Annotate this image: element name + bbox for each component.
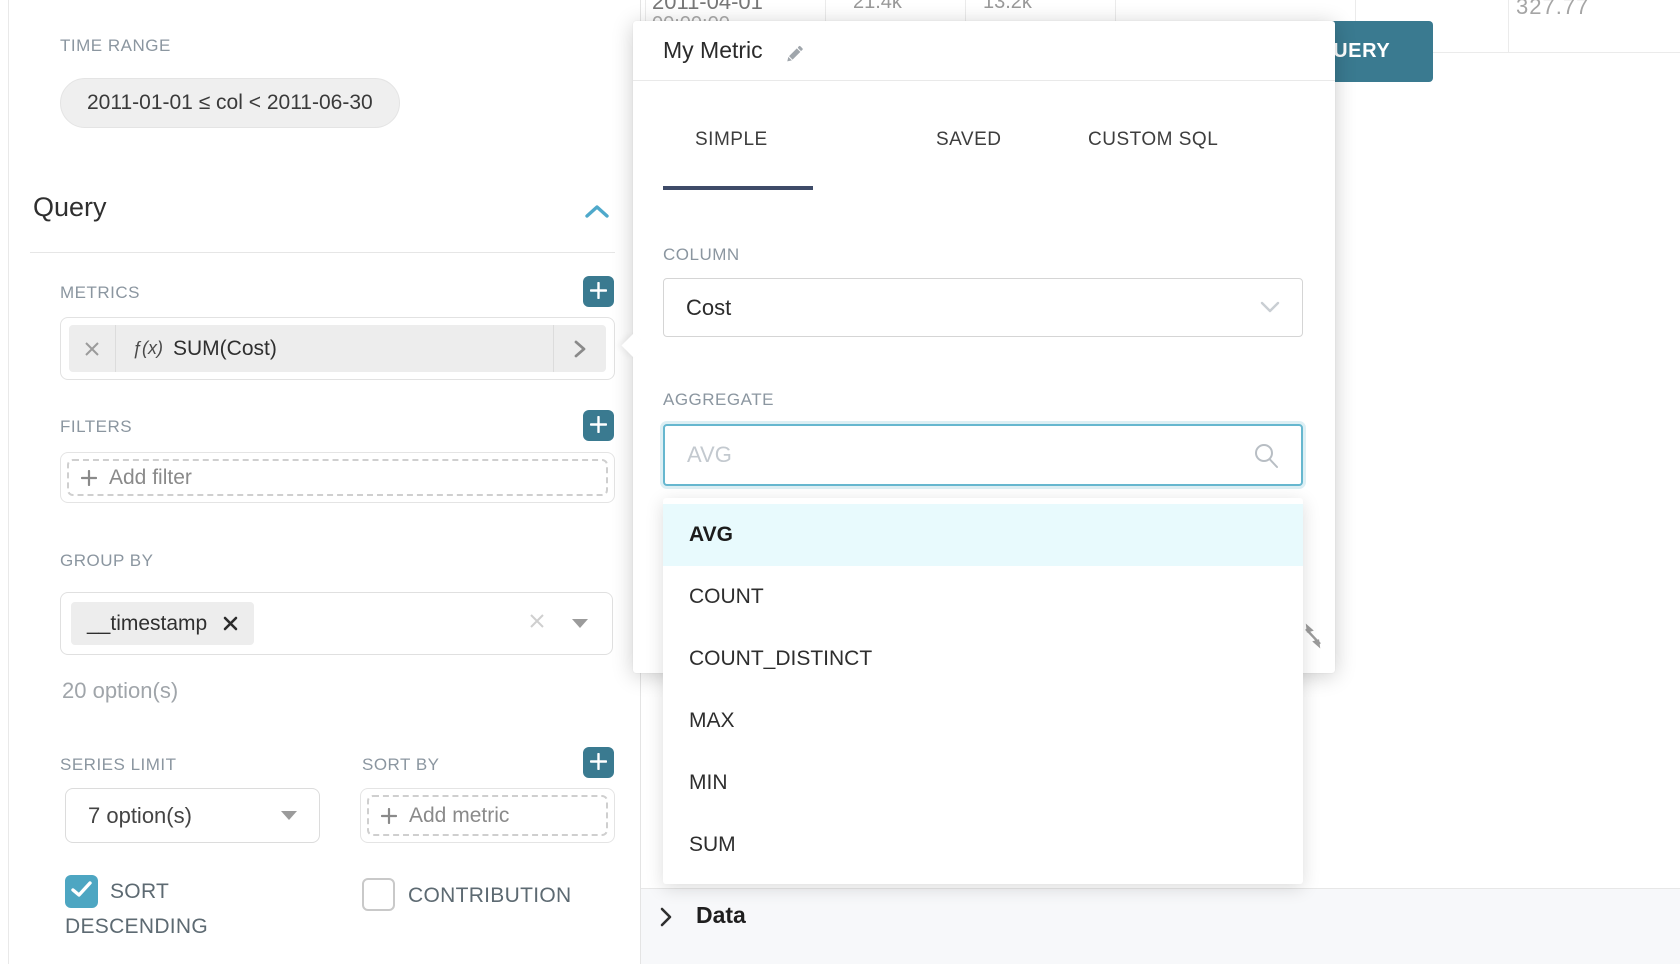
add-sort-metric-button[interactable]: Add metric xyxy=(367,795,608,836)
sort-descending-checkbox[interactable] xyxy=(65,875,98,908)
column-value: Cost xyxy=(686,295,731,321)
tab-saved[interactable]: SAVED xyxy=(936,129,1002,151)
add-filter-label: Add filter xyxy=(109,466,192,490)
edit-pencil-icon[interactable] xyxy=(783,43,805,70)
plus-icon xyxy=(590,416,607,436)
aggregate-field xyxy=(663,424,1303,486)
plus-icon xyxy=(381,808,397,824)
close-icon[interactable] xyxy=(223,616,238,631)
section-divider xyxy=(30,252,615,253)
table-cell-value: 21.4k xyxy=(853,0,902,14)
resize-expand-icon[interactable] xyxy=(1301,623,1325,649)
table-cell-value: 327.77 xyxy=(1516,0,1589,20)
tab-simple[interactable]: SIMPLE xyxy=(695,129,768,151)
add-filter-button[interactable]: Add filter xyxy=(67,459,608,496)
series-limit-value: 7 option(s) xyxy=(88,803,192,829)
metric-name: SUM(Cost) xyxy=(173,337,553,361)
plus-icon xyxy=(590,753,607,773)
table-gridline xyxy=(1508,0,1509,52)
aggregate-label: AGGREGATE xyxy=(663,390,774,410)
tab-custom-sql[interactable]: CUSTOM SQL xyxy=(1088,129,1218,151)
check-icon xyxy=(71,881,92,903)
group-by-select[interactable]: __timestamp xyxy=(60,592,613,655)
table-gridline xyxy=(1355,0,1356,22)
active-tab-indicator xyxy=(663,186,813,190)
column-label: COLUMN xyxy=(663,245,740,265)
tag-label: __timestamp xyxy=(87,612,207,636)
chevron-right-icon[interactable] xyxy=(553,325,606,372)
chevron-right-icon[interactable] xyxy=(658,906,674,933)
sort-descending-label: SORT xyxy=(110,880,169,904)
caret-down-icon xyxy=(281,811,297,820)
group-by-options-hint: 20 option(s) xyxy=(62,678,178,704)
option-avg[interactable]: AVG xyxy=(663,504,1303,566)
table-cell-value: 13.2k xyxy=(983,0,1032,14)
add-sort-metric-plus-button[interactable] xyxy=(583,747,614,778)
caret-down-icon[interactable] xyxy=(572,619,588,628)
clear-icon[interactable] xyxy=(528,612,546,635)
group-by-tag[interactable]: __timestamp xyxy=(71,602,254,645)
contribution-checkbox[interactable] xyxy=(362,878,395,911)
sort-by-control: Add metric xyxy=(360,788,615,843)
search-icon xyxy=(1253,442,1279,469)
column-select[interactable]: Cost xyxy=(663,278,1303,337)
popover-title: My Metric xyxy=(663,37,763,64)
option-min[interactable]: MIN xyxy=(663,752,1303,814)
contribution-label: CONTRIBUTION xyxy=(408,884,571,908)
data-panel-header[interactable] xyxy=(641,888,1680,964)
data-panel-title: Data xyxy=(696,902,746,929)
plus-icon xyxy=(81,470,97,486)
table-gridline xyxy=(1433,52,1680,53)
add-metric-button[interactable] xyxy=(583,276,614,307)
group-by-label: GROUP BY xyxy=(60,551,153,571)
plus-icon xyxy=(590,282,607,302)
chevron-up-icon[interactable] xyxy=(584,203,610,224)
chevron-down-icon xyxy=(1260,301,1280,314)
option-count-distinct[interactable]: COUNT_DISTINCT xyxy=(663,628,1303,690)
sort-by-label: SORT BY xyxy=(362,755,440,775)
filters-control: Add filter xyxy=(60,452,615,503)
aggregate-options-dropdown: AVG COUNT COUNT_DISTINCT MAX MIN SUM xyxy=(663,498,1303,884)
series-limit-select[interactable]: 7 option(s) xyxy=(65,788,320,843)
option-count[interactable]: COUNT xyxy=(663,566,1303,628)
add-sort-metric-label: Add metric xyxy=(409,804,509,828)
metrics-control: ƒ(x) SUM(Cost) xyxy=(60,317,615,380)
add-filter-plus-button[interactable] xyxy=(583,410,614,441)
query-section-title: Query xyxy=(33,192,107,223)
option-max[interactable]: MAX xyxy=(663,690,1303,752)
popover-header-divider xyxy=(633,80,1335,81)
popover-arrow xyxy=(621,333,645,357)
filters-label: FILTERS xyxy=(60,417,132,437)
time-range-label: TIME RANGE xyxy=(60,36,171,56)
aggregate-input[interactable] xyxy=(665,442,1253,468)
remove-metric-icon[interactable] xyxy=(69,325,116,372)
function-icon: ƒ(x) xyxy=(132,338,163,359)
option-sum[interactable]: SUM xyxy=(663,814,1303,876)
time-range-value[interactable]: 2011-01-01 ≤ col < 2011-06-30 xyxy=(60,78,400,128)
metrics-label: METRICS xyxy=(60,283,140,303)
series-limit-label: SERIES LIMIT xyxy=(60,755,177,775)
metric-pill[interactable]: ƒ(x) SUM(Cost) xyxy=(69,325,606,372)
panel-left-border xyxy=(8,0,9,964)
sort-descending-label: DESCENDING xyxy=(65,915,208,939)
